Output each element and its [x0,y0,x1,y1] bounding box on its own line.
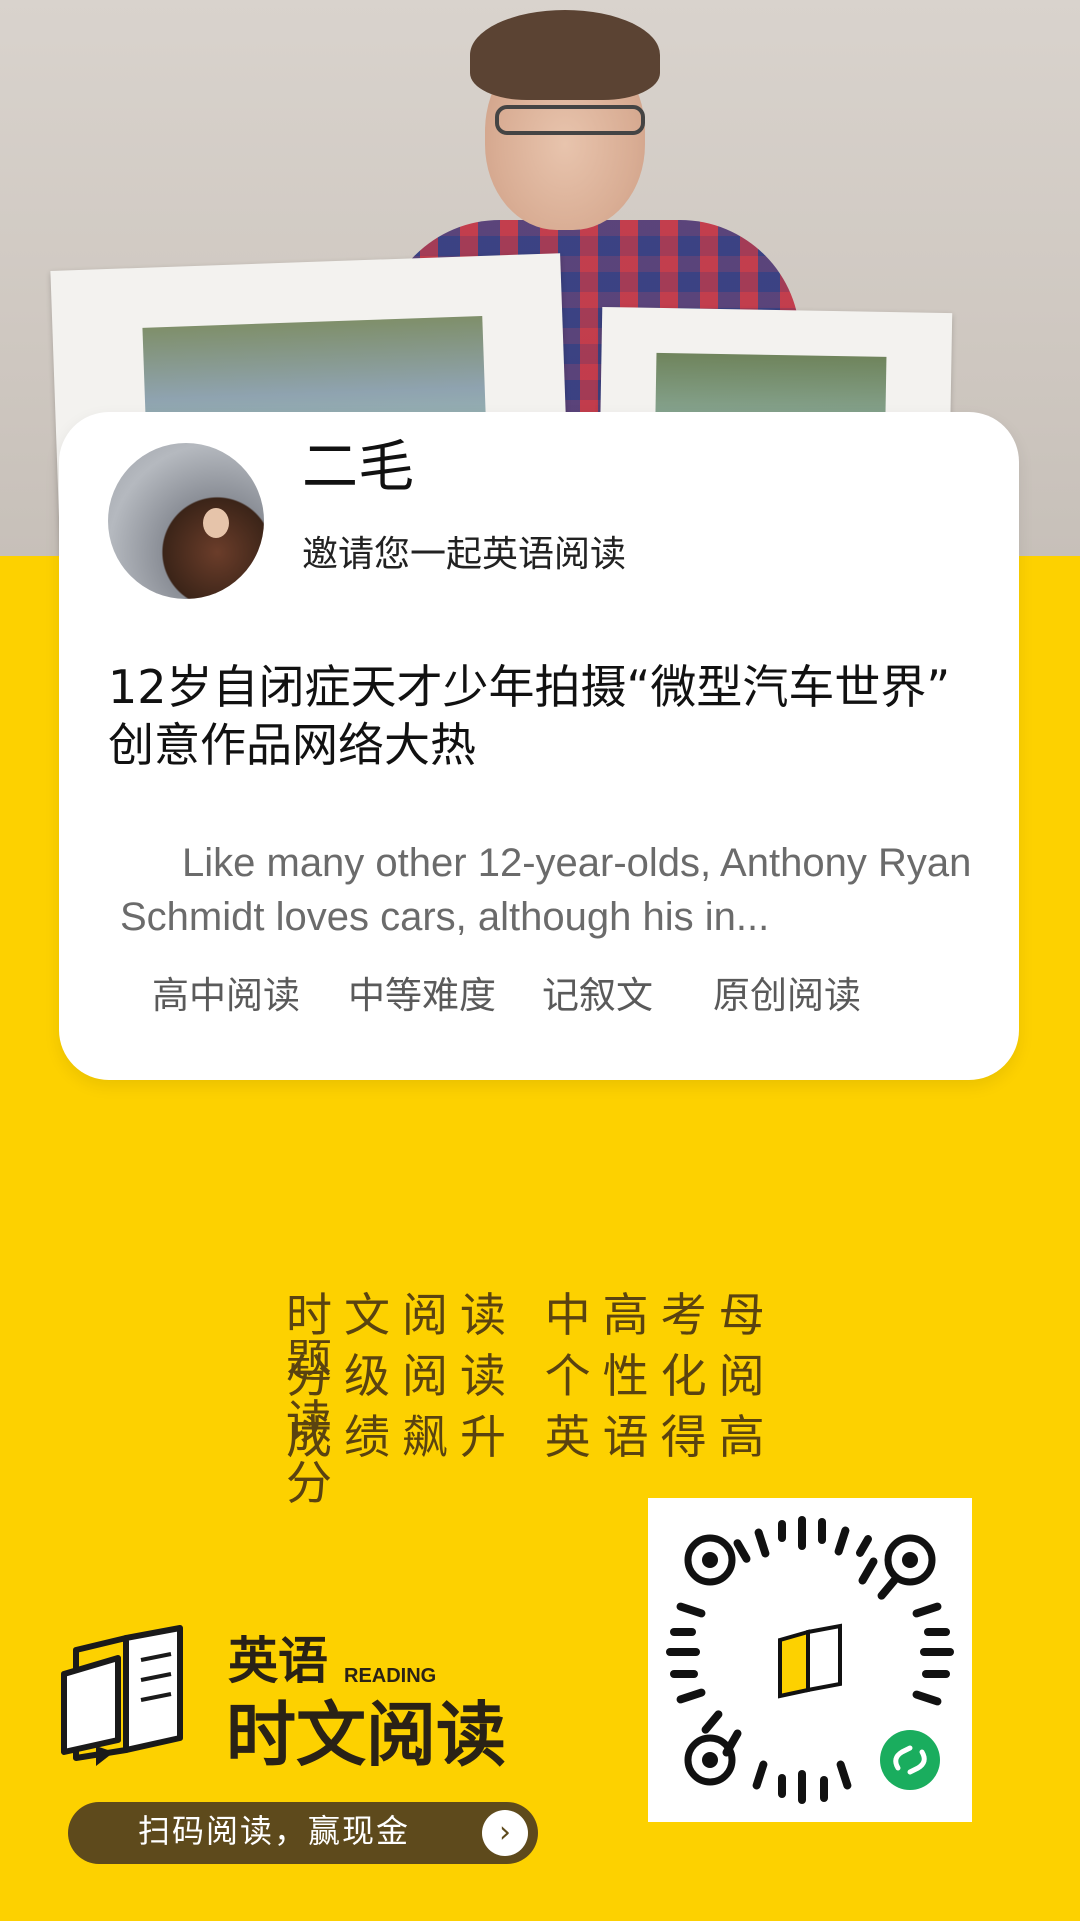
logo-text-reading: READING [344,1665,437,1687]
inviter-name: 二毛 [302,435,414,500]
scan-read-label[interactable]: 扫码阅读，赢现金 [138,1815,410,1847]
logo-text-english: 英语 [228,1632,328,1690]
miniprogram-qr-code[interactable] [648,1498,972,1822]
tag-difficulty: 中等难度 [348,974,496,1017]
slogan-line-3: 成绩飙升 英语得高分 [286,1410,777,1510]
tag-genre: 记叙文 [542,974,653,1017]
qr-pattern [666,1516,954,1804]
chevron-right-icon[interactable]: › [482,1810,528,1856]
tag-source: 原创阅读 [713,974,861,1017]
article-excerpt: Like many other 12-year-olds, Anthony Ry… [120,841,972,939]
article-headline[interactable]: 12岁自闭症天才少年拍摄“微型汽车世界” 创意作品网络大热 [108,658,1008,774]
avatar [108,443,264,599]
boy-hair [470,10,660,100]
boy-glasses [495,105,645,135]
miniprogram-icon [880,1730,940,1790]
book-logo-icon [61,1625,183,1766]
invite-text: 邀请您一起英语阅读 [302,534,627,575]
tag-level: 高中阅读 [152,974,300,1017]
logo-text-title: 时文阅读 [226,1694,506,1776]
